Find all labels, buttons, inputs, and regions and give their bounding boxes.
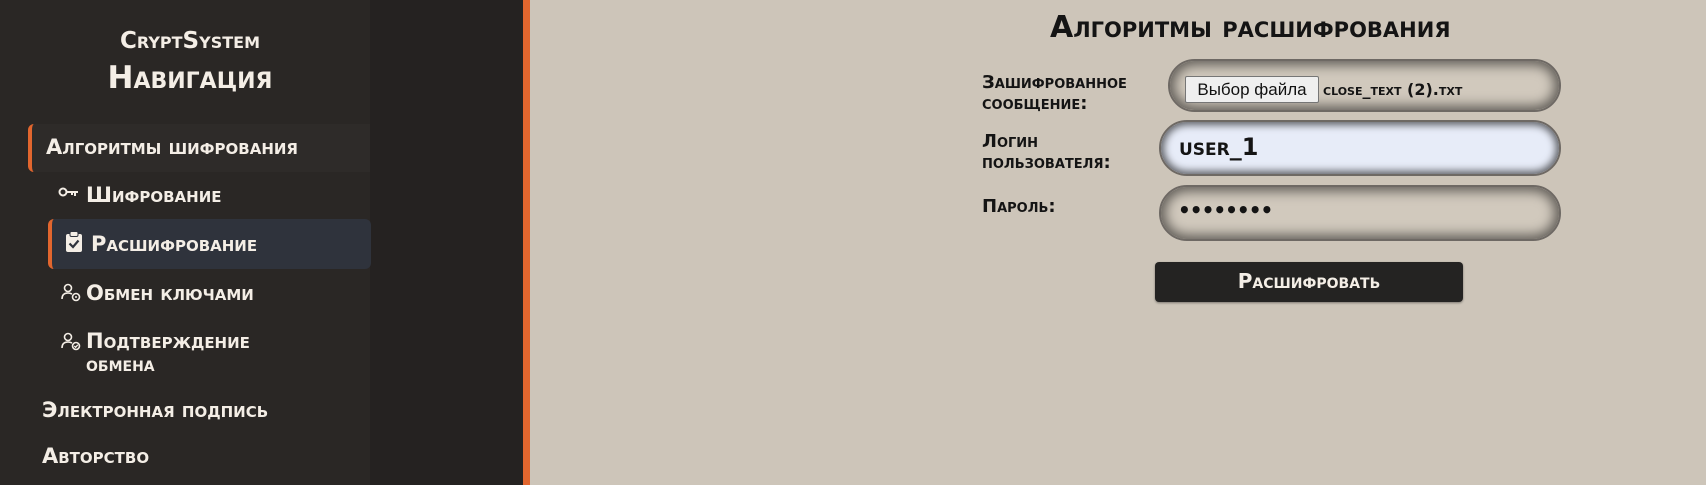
sidebar-item-label[interactable]: Расшифрование [91, 232, 257, 256]
sidebar-item-key-exchange[interactable]: Обмен ключами [86, 281, 254, 305]
sidebar-item-exchange-confirm[interactable]: Подтверждение [86, 329, 250, 353]
password-label: Пароль: [982, 196, 1056, 217]
login-label: Логин пользователя: [982, 131, 1111, 173]
sidebar-item-encryption[interactable]: Шифрование [86, 183, 222, 207]
sidebar-item-exchange-confirm-line2[interactable]: обмена [86, 352, 155, 376]
user-gear-icon [61, 282, 81, 302]
key-icon [58, 184, 80, 198]
choose-file-button[interactable]: Выбор файла [1185, 76, 1319, 103]
nav-group-authorship[interactable]: Авторство [42, 444, 149, 468]
nav-group-label[interactable]: Алгоритмы шифрования [46, 135, 298, 159]
sidebar: CryptSystem Навигация Алгоритмы шифрован… [0, 0, 530, 485]
message-label-line2: сообщение: [982, 93, 1088, 114]
page-title: Алгоритмы расшифрования [1050, 10, 1451, 45]
clipboard-check-icon [65, 231, 83, 253]
login-input-value: user_1 [1179, 133, 1259, 161]
message-label: Зашифрованное сообщение: [982, 72, 1127, 114]
login-label-line2: пользователя: [982, 152, 1111, 173]
brand-name: CryptSystem [120, 28, 260, 54]
nav-title: Навигация [107, 60, 273, 96]
message-label-line1: Зашифрованное [982, 72, 1127, 93]
nav-group-digital-signature[interactable]: Электронная подпись [42, 398, 268, 422]
login-label-line1: Логин [982, 131, 1039, 152]
file-name: close_text (2).txt [1323, 80, 1463, 99]
decrypt-button[interactable]: Расшифровать [1155, 262, 1463, 302]
user-check-icon [61, 331, 81, 351]
password-input-value: •••••••• [1178, 198, 1273, 222]
